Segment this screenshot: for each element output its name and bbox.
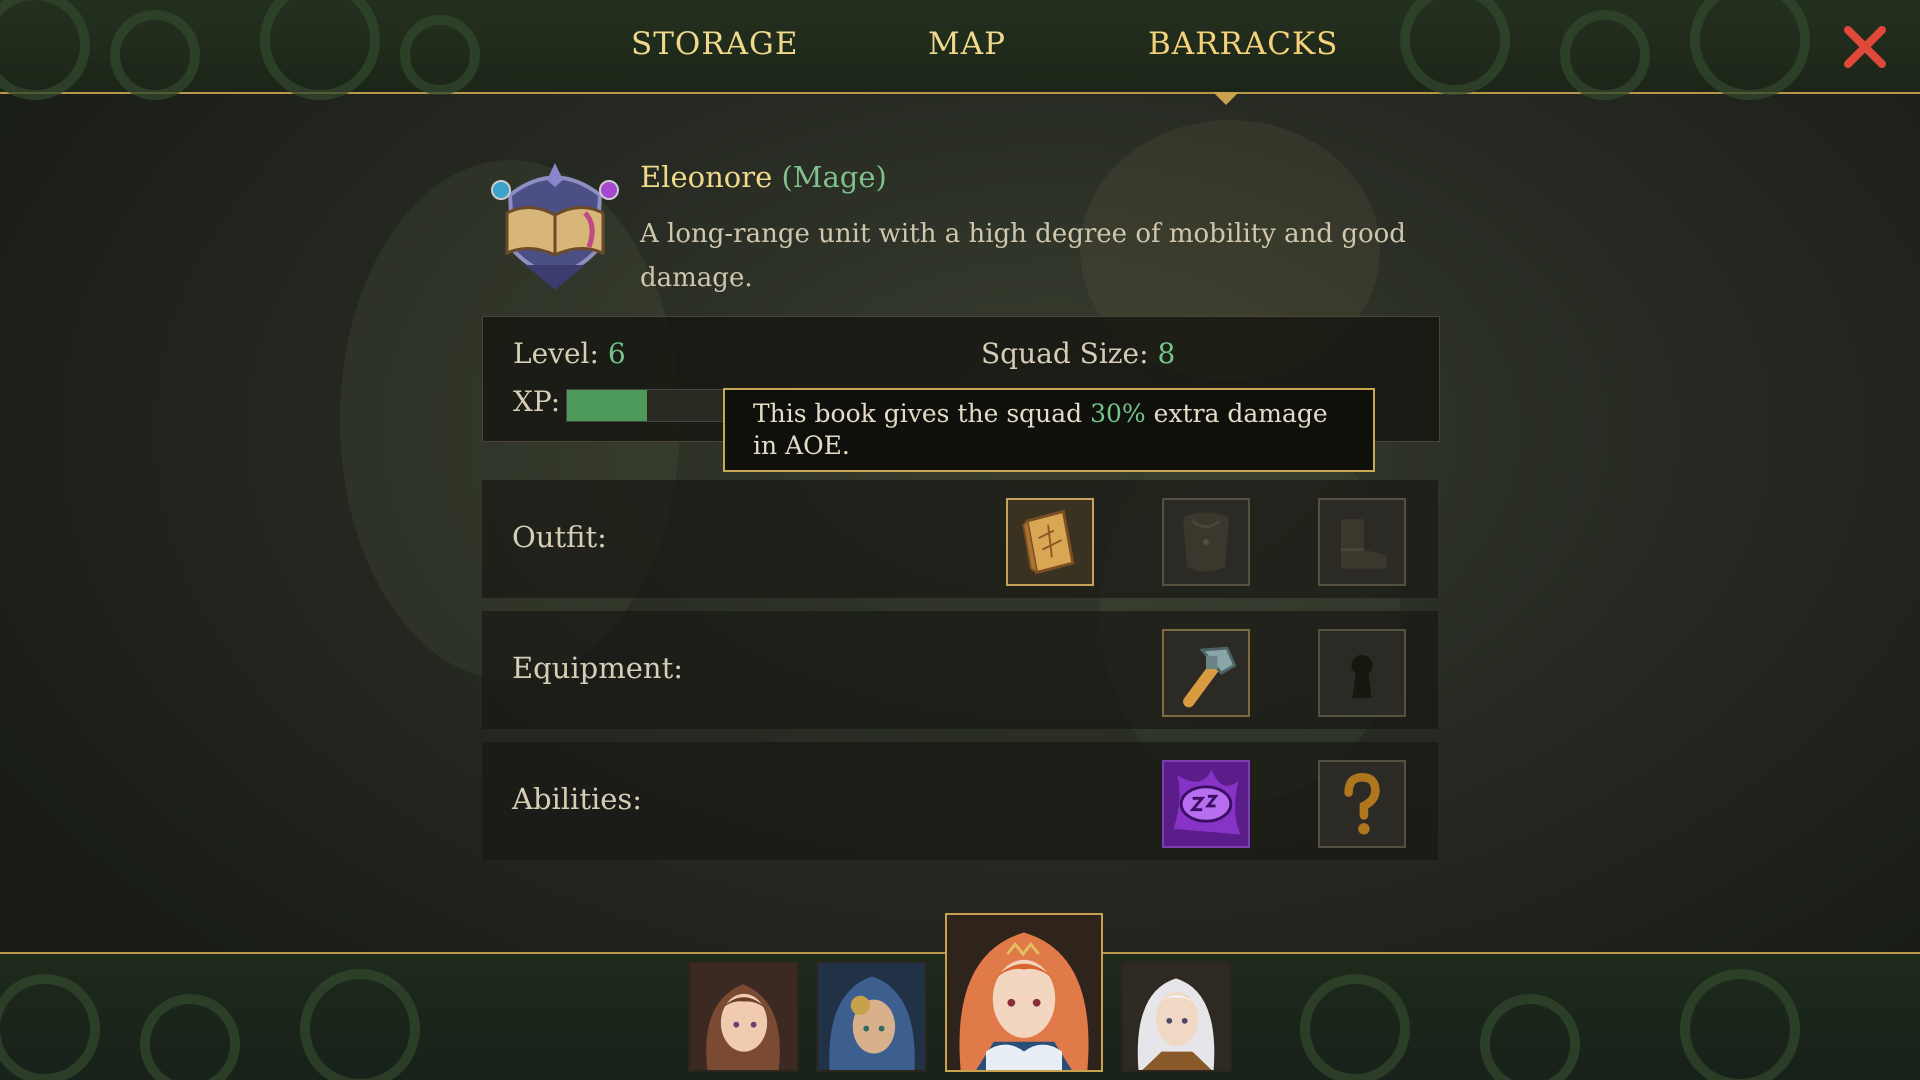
portrait-blue-hood[interactable] [816,961,927,1072]
ornament-swirl [140,994,240,1080]
top-navigation-bar: STORAGE MAP BARRACKS [0,0,1920,100]
ornament-swirl [110,10,200,100]
ornament-swirl [260,0,380,100]
equipment-label: Equipment: [512,651,684,685]
portrait-orange-hair[interactable] [945,913,1103,1072]
xp-progress-fill [567,390,647,421]
outfit-label: Outfit: [512,520,607,554]
ornament-swirl [300,969,420,1080]
empty-armor-slot-icon[interactable] [1162,498,1250,586]
ornament-swirl [1560,10,1650,100]
portrait-brown-hair[interactable] [688,961,799,1072]
unit-name: Eleonore [640,160,773,194]
level-value: 6 [607,337,626,370]
purple-sleep-ability-icon[interactable] [1162,760,1250,848]
ornament-swirl [400,15,480,95]
close-icon[interactable] [1840,22,1890,72]
portrait-white-hair[interactable] [1121,961,1232,1072]
equipment-row: Equipment: [482,611,1438,729]
tab-storage[interactable]: STORAGE [631,26,798,62]
empty-boots-slot-icon[interactable] [1318,498,1406,586]
ornament-swirl [1690,0,1810,100]
abilities-row: Abilities: [482,742,1438,860]
ornament-swirl [0,0,90,100]
tooltip-text-before: This book gives the squad [753,399,1091,428]
item-tooltip: This book gives the squad 30% extra dama… [723,388,1375,472]
level-label: Level: [513,337,608,370]
outfit-row: Outfit: [482,480,1438,598]
unit-class: (Mage) [781,160,887,194]
xp-label: XP: [513,385,561,418]
spellbook-emblem-icon [485,155,625,300]
abilities-label: Abilities: [512,782,643,816]
ornament-swirl [1680,969,1800,1080]
unit-title: Eleonore (Mage) [640,160,887,194]
level-stat: Level: 6 [513,337,626,370]
hammer-icon[interactable] [1162,629,1250,717]
squad-size-label: Squad Size: [981,337,1158,370]
tooltip-highlight: 30% [1090,399,1146,428]
ornament-swirl [1400,0,1510,95]
barracks-screen: STORAGE MAP BARRACKS Eleonore (Mage) A l… [0,0,1920,1080]
tab-barracks[interactable]: BARRACKS [1148,26,1338,62]
active-tab-indicator [1213,92,1239,105]
squad-size-stat: Squad Size: 8 [981,337,1175,370]
ornament-swirl [0,974,100,1080]
tab-map[interactable]: MAP [928,26,1006,62]
ornament-swirl [1300,974,1410,1080]
ornament-swirl [1480,994,1580,1080]
locked-question-icon[interactable] [1318,760,1406,848]
golden-book-icon[interactable] [1006,498,1094,586]
squad-size-value: 8 [1157,337,1176,370]
locked-keyhole-icon[interactable] [1318,629,1406,717]
unit-description: A long-range unit with a high degree of … [640,219,1406,293]
